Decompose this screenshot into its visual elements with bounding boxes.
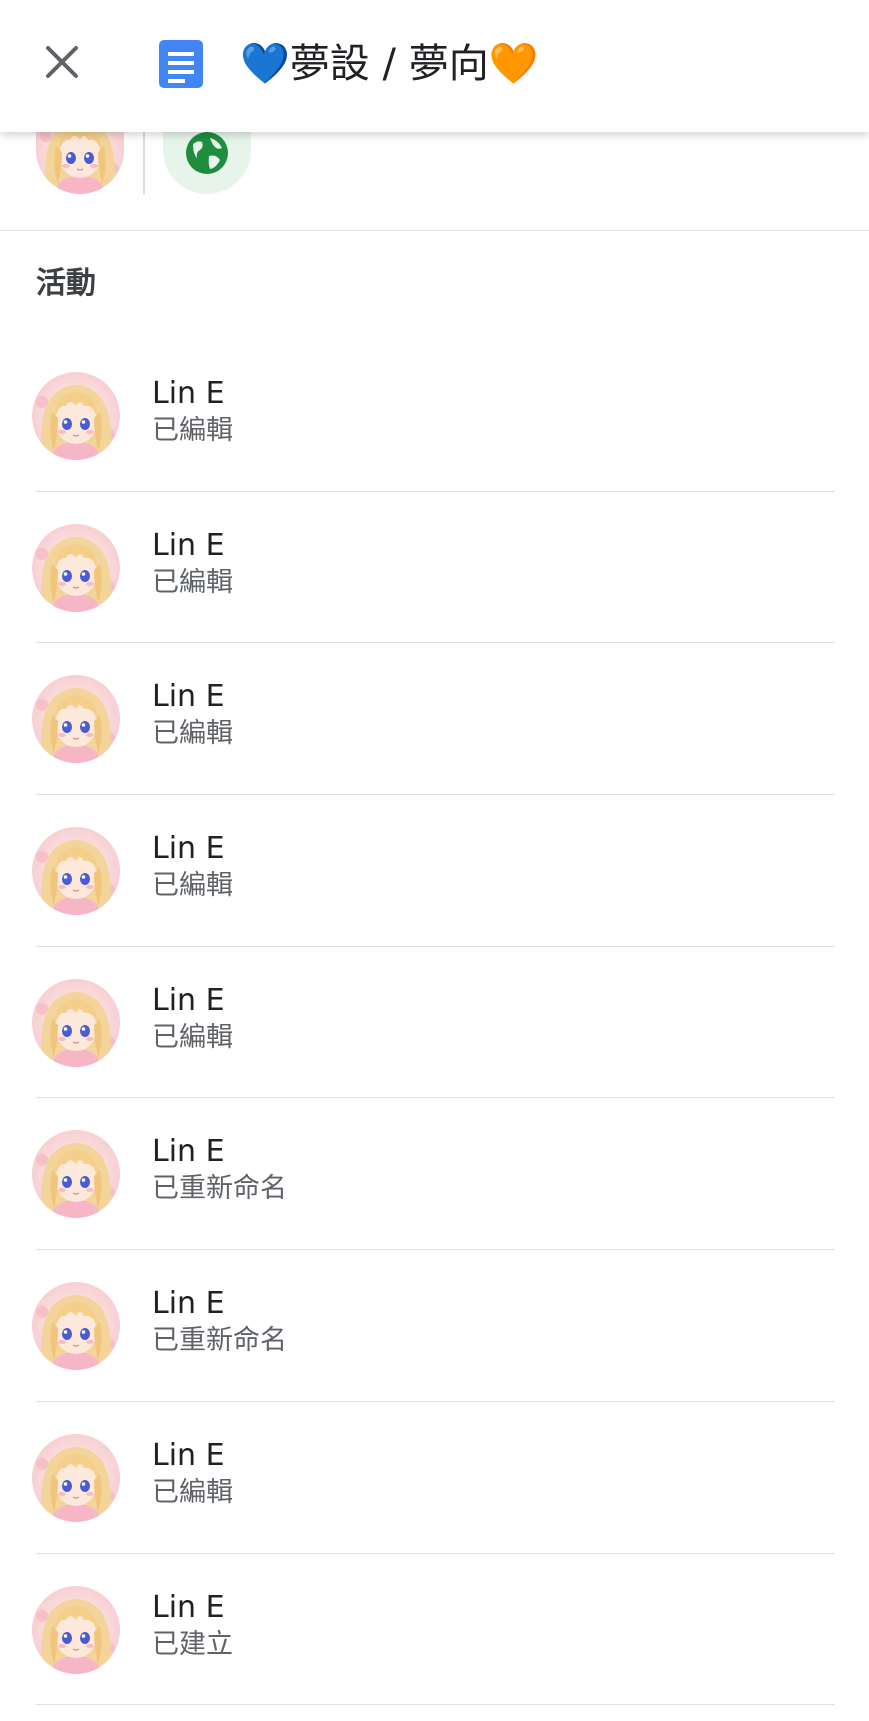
sharing-section	[0, 118, 869, 231]
activity-item[interactable]: Lin E 已編輯	[0, 795, 869, 947]
user-avatar	[32, 372, 120, 460]
activity-item[interactable]: Lin E 已編輯	[0, 643, 869, 795]
activity-user-name: Lin E	[152, 376, 225, 411]
close-button[interactable]	[36, 36, 88, 88]
activity-item[interactable]: Lin E 已重新命名	[0, 1250, 869, 1402]
activity-user-name: Lin E	[152, 1134, 225, 1170]
activity-item[interactable]: Lin E 已重新命名	[0, 1098, 869, 1250]
activity-action: 已重新命名	[152, 1325, 287, 1357]
activity-item[interactable]: Lin E 已編輯	[0, 340, 869, 492]
user-avatar	[32, 827, 120, 916]
activity-user-name: Lin E	[152, 831, 225, 867]
activity-action: 已重新命名	[152, 1173, 287, 1205]
google-docs-icon	[159, 40, 203, 88]
divider	[143, 124, 145, 194]
activity-action: 已編輯	[152, 566, 233, 598]
activity-action: 已建立	[152, 1628, 233, 1660]
user-avatar	[32, 523, 120, 612]
activity-user-name: Lin E	[152, 1286, 225, 1322]
user-avatar	[32, 1433, 120, 1522]
activity-user-name: Lin E	[152, 1589, 225, 1625]
top-app-bar: 💙夢設 / 夢向🧡	[0, 0, 869, 132]
activity-action: 已編輯	[152, 870, 233, 902]
user-avatar	[32, 1585, 120, 1674]
activity-user-name: Lin E	[152, 679, 225, 715]
activity-heading: 活動	[36, 266, 96, 301]
activity-action: 已編輯	[152, 718, 233, 750]
user-avatar	[32, 1282, 120, 1371]
activity-list: Lin E 已編輯 Lin E 已編輯 Lin E 已編輯 Lin E 已編輯 …	[0, 340, 869, 1705]
activity-user-name: Lin E	[152, 527, 225, 563]
activity-action: 已編輯	[152, 415, 233, 446]
globe-icon	[186, 132, 228, 174]
close-icon	[46, 46, 78, 78]
activity-user-name: Lin E	[152, 982, 225, 1018]
user-avatar	[32, 1130, 120, 1219]
activity-item[interactable]: Lin E 已編輯	[0, 492, 869, 644]
activity-action: 已編輯	[152, 1476, 233, 1508]
activity-item[interactable]: Lin E 已編輯	[0, 947, 869, 1099]
activity-item[interactable]: Lin E 已建立	[0, 1554, 869, 1706]
activity-item[interactable]: Lin E 已編輯	[0, 1402, 869, 1554]
activity-user-name: Lin E	[152, 1437, 225, 1473]
user-avatar	[32, 978, 120, 1067]
document-title: 💙夢設 / 夢向🧡	[240, 41, 539, 87]
activity-action: 已編輯	[152, 1021, 233, 1053]
user-avatar	[32, 675, 120, 764]
